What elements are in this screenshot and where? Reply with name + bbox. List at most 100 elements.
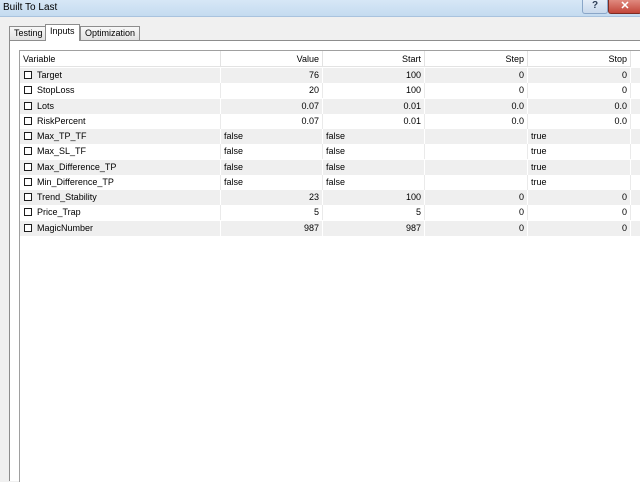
table-row[interactable]: Target 76 100 0 0 (20, 68, 640, 84)
tab-inputs[interactable]: Inputs (45, 24, 80, 41)
value-cell[interactable]: false (221, 129, 323, 144)
optimize-checkbox[interactable] (24, 101, 32, 110)
stop-cell[interactable]: 0 (528, 68, 631, 83)
start-cell[interactable]: 0.01 (323, 113, 425, 129)
value-cell[interactable]: 23 (221, 190, 323, 205)
value-cell[interactable]: false (221, 144, 323, 160)
stop-cell[interactable]: true (528, 129, 631, 144)
value-cell[interactable]: 987 (221, 220, 323, 236)
close-button[interactable]: ✕ (608, 0, 640, 14)
optimize-checkbox[interactable] (24, 223, 32, 232)
variable-cell: Price_Trap (20, 205, 221, 221)
variable-name: MagicNumber (37, 222, 94, 233)
header-variable[interactable]: Variable (20, 51, 221, 67)
step-cell[interactable]: 0 (425, 205, 528, 221)
start-cell[interactable]: 100 (323, 83, 425, 99)
tab-testing[interactable]: Testing (9, 26, 48, 40)
start-cell[interactable]: 100 (323, 190, 425, 205)
header-value[interactable]: Value (221, 51, 323, 67)
tab-strip: Testing Inputs Optimization (0, 17, 640, 41)
value-cell[interactable]: 20 (221, 83, 323, 99)
step-cell[interactable]: 0 (425, 68, 528, 83)
variable-cell: Trend_Stability (20, 190, 221, 205)
inputs-table: Variable Value Start Step Stop Target 76 1… (19, 50, 640, 482)
variable-cell: Max_TP_TF (20, 129, 221, 144)
variable-name: Max_SL_TF (37, 146, 87, 157)
table-header: Variable Value Start Step Stop (20, 51, 640, 68)
optimize-checkbox[interactable] (24, 162, 32, 171)
table-row[interactable]: StopLoss 20 100 0 0 (20, 83, 640, 99)
stop-cell[interactable]: 0 (528, 220, 631, 236)
variable-name: StopLoss (37, 85, 75, 96)
variable-cell: MagicNumber (20, 220, 221, 236)
variable-cell: Max_Difference_TP (20, 159, 221, 175)
stop-cell[interactable]: true (528, 159, 631, 175)
variable-cell: Max_SL_TF (20, 144, 221, 160)
value-cell[interactable]: 5 (221, 205, 323, 221)
start-cell[interactable]: false (323, 144, 425, 160)
stop-cell[interactable]: 0 (528, 190, 631, 205)
start-cell[interactable]: 5 (323, 205, 425, 221)
optimize-checkbox[interactable] (24, 71, 32, 79)
step-cell[interactable]: 0 (425, 83, 528, 99)
optimize-checkbox[interactable] (24, 147, 32, 156)
step-cell[interactable] (425, 174, 528, 190)
table-row[interactable]: Max_SL_TF false false true (20, 144, 640, 160)
optimize-checkbox[interactable] (24, 177, 32, 186)
help-button[interactable]: ? (582, 0, 608, 14)
stop-cell[interactable]: true (528, 144, 631, 160)
start-cell[interactable]: 100 (323, 68, 425, 83)
optimize-checkbox[interactable] (24, 193, 32, 201)
table-row[interactable]: MagicNumber 987 987 0 0 (20, 220, 640, 236)
step-cell[interactable]: 0.0 (425, 113, 528, 129)
start-cell[interactable]: false (323, 129, 425, 144)
table-row[interactable]: Price_Trap 5 5 0 0 (20, 205, 640, 221)
optimize-checkbox[interactable] (24, 208, 32, 217)
optimize-checkbox[interactable] (24, 132, 32, 140)
variable-name: Lots (37, 100, 55, 111)
stop-cell[interactable]: true (528, 174, 631, 190)
variable-name: Min_Difference_TP (37, 176, 114, 187)
step-cell[interactable]: 0 (425, 220, 528, 236)
stop-cell[interactable]: 0 (528, 83, 631, 99)
start-cell[interactable]: 987 (323, 220, 425, 236)
table-row[interactable]: Min_Difference_TP false false true (20, 174, 640, 190)
variable-cell: Lots (20, 98, 221, 114)
table-row[interactable]: Max_Difference_TP false false true (20, 159, 640, 175)
optimize-checkbox[interactable] (24, 86, 32, 95)
variable-cell: Target (20, 68, 221, 83)
tab-optimization[interactable]: Optimization (80, 26, 141, 40)
table-row[interactable]: Trend_Stability 23 100 0 0 (20, 190, 640, 206)
window-title: Built To Last (3, 2, 58, 13)
step-cell[interactable]: 0 (425, 190, 528, 205)
table-row[interactable]: RiskPercent 0.07 0.01 0.0 0.0 (20, 113, 640, 129)
variable-name: Trend_Stability (37, 192, 97, 202)
variable-name: Max_Difference_TP (37, 161, 117, 172)
table-row[interactable]: Max_TP_TF false false true (20, 129, 640, 145)
start-cell[interactable]: false (323, 159, 425, 175)
header-step[interactable]: Step (425, 51, 528, 67)
start-cell[interactable]: false (323, 174, 425, 190)
step-cell[interactable] (425, 159, 528, 175)
optimize-checkbox[interactable] (24, 116, 32, 125)
variable-name: Price_Trap (37, 207, 81, 218)
title-bar: Built To Last ? ✕ (0, 0, 640, 17)
header-stop[interactable]: Stop (528, 51, 631, 67)
step-cell[interactable] (425, 144, 528, 160)
step-cell[interactable] (425, 129, 528, 144)
step-cell[interactable]: 0.0 (425, 98, 528, 114)
stop-cell[interactable]: 0 (528, 205, 631, 221)
value-cell[interactable]: 76 (221, 68, 323, 83)
stop-cell[interactable]: 0.0 (528, 113, 631, 129)
variable-cell: RiskPercent (20, 113, 221, 129)
value-cell[interactable]: false (221, 159, 323, 175)
value-cell[interactable]: 0.07 (221, 98, 323, 114)
value-cell[interactable]: false (221, 174, 323, 190)
start-cell[interactable]: 0.01 (323, 98, 425, 114)
variable-name: Max_TP_TF (37, 131, 87, 141)
table-row[interactable]: Lots 0.07 0.01 0.0 0.0 (20, 98, 640, 114)
header-start[interactable]: Start (323, 51, 425, 67)
value-cell[interactable]: 0.07 (221, 113, 323, 129)
variable-cell: StopLoss (20, 83, 221, 99)
stop-cell[interactable]: 0.0 (528, 98, 631, 114)
